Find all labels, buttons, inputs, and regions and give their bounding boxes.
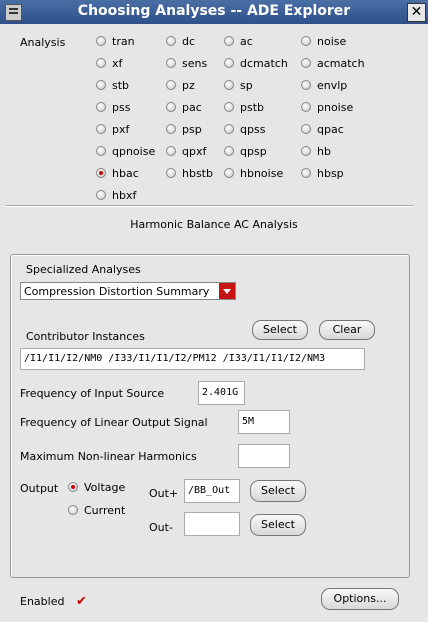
radio-acmatch[interactable]: [301, 58, 311, 68]
radio-ac[interactable]: [224, 36, 234, 46]
radio-label-pxf: pxf: [112, 123, 130, 136]
contributor-instances-label: Contributor Instances: [26, 330, 145, 343]
radio-label-acmatch: acmatch: [317, 57, 365, 70]
window-title: Choosing Analyses -- ADE Explorer: [77, 3, 351, 19]
voltage-radio[interactable]: [68, 482, 78, 492]
radio-label-pstb: pstb: [240, 101, 265, 114]
radio-label-hbxf: hbxf: [112, 189, 137, 202]
radio-dcmatch[interactable]: [224, 58, 234, 68]
radio-label-qpsp: qpsp: [240, 145, 267, 158]
radio-hb[interactable]: [301, 146, 311, 156]
max-harmonics-field[interactable]: [238, 444, 290, 468]
radio-label-sp: sp: [240, 79, 253, 92]
radio-label-xf: xf: [112, 57, 123, 70]
radio-label-pac: pac: [182, 101, 202, 114]
contributor-select-button[interactable]: Select: [252, 320, 308, 340]
radio-psp[interactable]: [166, 124, 176, 134]
radio-label-sens: sens: [182, 57, 208, 70]
radio-label-qpnoise: qpnoise: [112, 145, 156, 158]
separator: [6, 205, 414, 207]
radio-qpnoise[interactable]: [96, 146, 106, 156]
radio-label-stb: stb: [112, 79, 130, 92]
radio-qpac[interactable]: [301, 124, 311, 134]
freq-input-label: Frequency of Input Source: [20, 387, 165, 400]
specialized-analyses-dropdown[interactable]: Compression Distortion Summary: [20, 282, 236, 300]
out-plus-field[interactable]: /BB_Out: [184, 479, 240, 503]
section-title: Harmonic Balance AC Analysis: [130, 218, 298, 231]
close-button[interactable]: ✕: [407, 3, 426, 22]
radio-qpsp[interactable]: [224, 146, 234, 156]
radio-hbac[interactable]: [96, 168, 106, 178]
dropdown-value: Compression Distortion Summary: [24, 285, 210, 298]
out-plus-select-button[interactable]: Select: [250, 480, 306, 502]
radio-label-pnoise: pnoise: [317, 101, 354, 114]
radio-label-dc: dc: [182, 35, 196, 48]
contributor-clear-button[interactable]: Clear: [319, 320, 375, 340]
radio-label-ac: ac: [240, 35, 253, 48]
radio-label-envlp: envlp: [317, 79, 348, 92]
radio-label-hbnoise: hbnoise: [240, 167, 284, 180]
options-button[interactable]: Options...: [321, 588, 399, 610]
radio-sens[interactable]: [166, 58, 176, 68]
out-minus-field[interactable]: [184, 512, 240, 536]
radio-label-pss: pss: [112, 101, 131, 114]
out-plus-label: Out+: [149, 487, 179, 500]
analysis-label: Analysis: [20, 36, 66, 49]
contributor-instances-field[interactable]: /I1/I1/I2/NM0 /I33/I1/I1/I2/PM12 /I33/I1…: [20, 348, 365, 370]
radio-label-hbstb: hbstb: [182, 167, 213, 180]
radio-xf[interactable]: [96, 58, 106, 68]
radio-pnoise[interactable]: [301, 102, 311, 112]
radio-sp[interactable]: [224, 80, 234, 90]
radio-dc[interactable]: [166, 36, 176, 46]
out-minus-select-button[interactable]: Select: [250, 514, 306, 536]
radio-hbstb[interactable]: [166, 168, 176, 178]
radio-hbsp[interactable]: [301, 168, 311, 178]
radio-noise[interactable]: [301, 36, 311, 46]
specialized-analyses-label: Specialized Analyses: [26, 263, 141, 276]
radio-pss[interactable]: [96, 102, 106, 112]
freq-output-label: Frequency of Linear Output Signal: [20, 416, 208, 429]
radio-envlp[interactable]: [301, 80, 311, 90]
radio-qpxf[interactable]: [166, 146, 176, 156]
chevron-down-icon[interactable]: [219, 283, 235, 299]
radio-tran[interactable]: [96, 36, 106, 46]
current-radio[interactable]: [68, 505, 78, 515]
radio-pac[interactable]: [166, 102, 176, 112]
radio-label-psp: psp: [182, 123, 202, 136]
freq-input-field[interactable]: 2.401G: [198, 381, 245, 405]
radio-hbxf[interactable]: [96, 190, 106, 200]
radio-stb[interactable]: [96, 80, 106, 90]
freq-output-field[interactable]: 5M: [238, 410, 290, 434]
radio-label-qpxf: qpxf: [182, 145, 207, 158]
radio-qpss[interactable]: [224, 124, 234, 134]
title-bar: Choosing Analyses -- ADE Explorer ✕: [0, 0, 428, 24]
radio-pz[interactable]: [166, 80, 176, 90]
radio-label-qpss: qpss: [240, 123, 266, 136]
out-minus-label: Out-: [149, 521, 173, 534]
radio-hbnoise[interactable]: [224, 168, 234, 178]
voltage-label: Voltage: [84, 481, 126, 494]
current-label: Current: [84, 504, 126, 517]
max-harmonics-label: Maximum Non-linear Harmonics: [20, 450, 197, 463]
enabled-checkbox[interactable]: ✔: [76, 594, 87, 609]
radio-label-hb: hb: [317, 145, 331, 158]
radio-pstb[interactable]: [224, 102, 234, 112]
radio-label-tran: tran: [112, 35, 135, 48]
output-label: Output: [20, 482, 59, 495]
radio-label-qpac: qpac: [317, 123, 344, 136]
enabled-label: Enabled: [20, 595, 65, 608]
radio-label-noise: noise: [317, 35, 347, 48]
radio-label-hbac: hbac: [112, 167, 139, 180]
radio-label-pz: pz: [182, 79, 195, 92]
radio-label-dcmatch: dcmatch: [240, 57, 288, 70]
radio-pxf[interactable]: [96, 124, 106, 134]
radio-label-hbsp: hbsp: [317, 167, 344, 180]
